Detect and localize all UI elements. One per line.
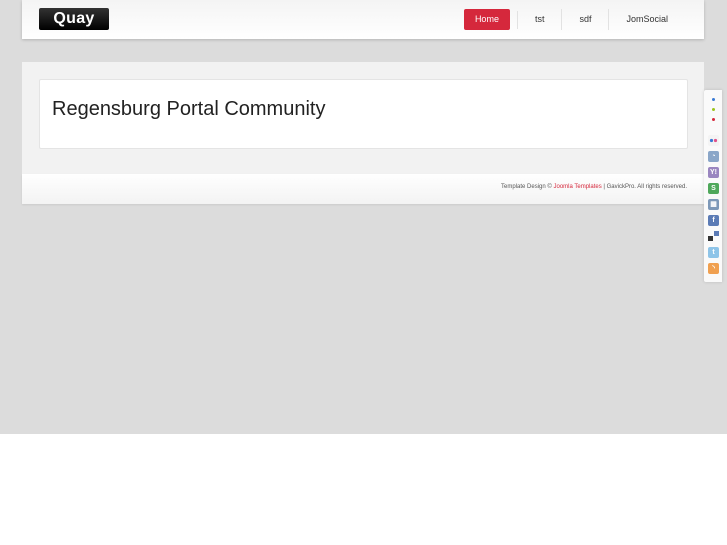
joomla-templates-link[interactable]: Joomla Templates [553, 184, 601, 190]
myspace-icon[interactable]: ▦ [708, 199, 719, 210]
digg-icon[interactable] [708, 231, 719, 242]
social-sidebar: ◔ Y! S ▦ f t ◝ [704, 90, 722, 282]
facebook-icon[interactable]: f [708, 215, 719, 226]
main-nav: Home tst sdf JomSocial [463, 9, 685, 30]
style-red-dot[interactable] [712, 118, 715, 121]
style-green-dot[interactable] [712, 108, 715, 111]
main-content: Regensburg Portal Community [22, 62, 704, 174]
nav-item-jomsocial[interactable]: JomSocial [609, 9, 685, 30]
flickr-icon[interactable] [708, 135, 719, 146]
copyright-suffix: | GavickPro. All rights reserved. [601, 184, 687, 190]
header: Quay Home tst sdf JomSocial [22, 0, 704, 39]
footer: Template Design © Joomla Templates | Gav… [22, 174, 704, 204]
nav-item-home[interactable]: Home [463, 9, 510, 30]
page-title: Regensburg Portal Community [52, 98, 326, 120]
nav-item-sdf[interactable]: sdf [562, 9, 610, 30]
nav-item-tst[interactable]: tst [518, 9, 563, 30]
copyright-prefix: Template Design © [501, 184, 554, 190]
logo[interactable]: Quay [39, 8, 109, 30]
delicious-icon[interactable]: ◔ [708, 151, 719, 162]
twitter-icon[interactable]: t [708, 247, 719, 258]
content-box: Regensburg Portal Community [39, 79, 688, 149]
rss-icon[interactable]: ◝ [708, 263, 719, 274]
copyright-text: Template Design © Joomla Templates | Gav… [501, 184, 687, 190]
yahoo-icon[interactable]: Y! [708, 167, 719, 178]
stumbleupon-icon[interactable]: S [708, 183, 719, 194]
style-blue-dot[interactable] [712, 98, 715, 101]
